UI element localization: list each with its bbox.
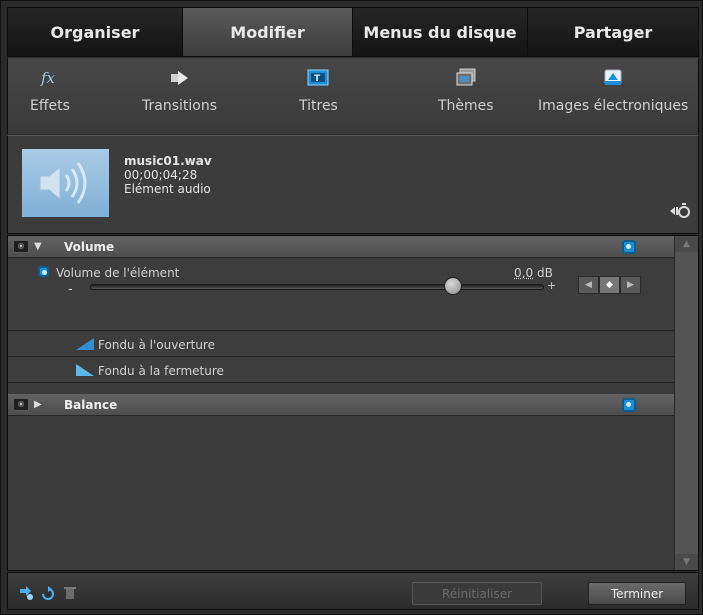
volume-slider-track[interactable] [90, 284, 544, 290]
slider-plus-label: + [547, 279, 557, 292]
vertical-scrollbar[interactable]: ▲ ▼ [674, 236, 698, 570]
edit-toolbar: fx Effets Transitions T Titres Thèmes Im… [7, 58, 699, 134]
fade-out-icon [76, 364, 94, 376]
slider-minus-label: - [68, 282, 73, 297]
eye-icon[interactable] [13, 240, 29, 253]
tab-partager[interactable]: Partager [528, 8, 698, 56]
tab-label: Organiser [50, 22, 140, 42]
fade-in-item[interactable]: Fondu à l'ouverture [8, 332, 674, 357]
group-title: Volume [64, 240, 115, 254]
volume-item-label: Volume de l'élément [56, 266, 180, 280]
fade-in-label: Fondu à l'ouverture [98, 338, 215, 352]
tool-label: Titres [299, 98, 338, 114]
scroll-up-icon[interactable]: ▲ [675, 236, 698, 252]
rotate-icon[interactable] [40, 585, 56, 601]
tool-titres[interactable]: T Titres [299, 68, 338, 114]
clip-type: Elément audio [124, 182, 211, 196]
group-title: Balance [64, 398, 118, 412]
themes-icon [455, 68, 477, 88]
reset-button[interactable]: Réinitialiser [412, 582, 542, 605]
fade-out-label: Fondu à la fermeture [98, 364, 224, 378]
add-keyframe-button[interactable]: ◆ [599, 276, 620, 294]
swap-clip-icon[interactable] [18, 585, 34, 601]
volume-value[interactable]: 0,0 [514, 266, 533, 280]
tab-organiser[interactable]: Organiser [8, 8, 183, 56]
clip-meta: music01.wav 00;00;04;28 Elément audio [124, 154, 212, 196]
audio-thumbnail [22, 149, 109, 217]
clip-info-panel: music01.wav 00;00;04;28 Elément audio [7, 135, 699, 234]
tool-label: Transitions [142, 98, 217, 114]
tool-label: Effets [30, 98, 70, 114]
adjust-panel: Organiser Modifier Menus du disque Parta… [0, 0, 703, 615]
volume-group-header[interactable]: ▼ Volume [8, 236, 674, 258]
keyframe-nav: ◀ ◆ ▶ [578, 276, 641, 294]
stopwatch-icon[interactable] [622, 398, 636, 412]
stopwatch-icon[interactable] [622, 240, 636, 254]
done-button[interactable]: Terminer [588, 582, 686, 605]
prev-keyframe-button[interactable]: ◀ [578, 276, 599, 294]
title-icon: T [307, 68, 329, 88]
tool-images-electroniques[interactable]: Images électroniques [538, 68, 688, 114]
speaker-icon [39, 162, 87, 204]
next-keyframe-button[interactable]: ▶ [620, 276, 641, 294]
svg-text:T: T [314, 74, 321, 84]
tool-effets[interactable]: fx Effets [30, 68, 70, 114]
triangle-down-icon[interactable]: ▼ [34, 241, 42, 252]
tab-label: Menus du disque [363, 22, 517, 42]
volume-unit: dB [537, 266, 553, 280]
volume-slider-knob[interactable] [444, 277, 463, 295]
transition-arrow-icon [169, 68, 191, 88]
trash-icon[interactable] [62, 585, 78, 601]
stopwatch-small-icon[interactable] [38, 266, 49, 277]
volume-item: Volume de l'élément 0,0 dB - + ◀ ◆ ▶ [8, 259, 674, 331]
tab-modifier[interactable]: Modifier [183, 8, 353, 56]
tool-label: Images électroniques [538, 98, 689, 114]
main-tabs: Organiser Modifier Menus du disque Parta… [7, 7, 699, 57]
svg-text:fx: fx [40, 69, 56, 87]
triangle-right-icon[interactable]: ▶ [34, 399, 42, 410]
clip-duration: 00;00;04;28 [124, 168, 198, 182]
properties-list: ▼ Volume Volume de l'élément 0,0 dB - + … [7, 235, 699, 571]
fade-out-item[interactable]: Fondu à la fermeture [8, 358, 674, 383]
disc-images-icon [602, 68, 624, 88]
fx-icon: fx [39, 68, 61, 88]
clip-filename: music01.wav [124, 154, 212, 168]
tab-menus-du-disque[interactable]: Menus du disque [353, 8, 528, 56]
keyframe-toggle-icon[interactable] [668, 202, 690, 220]
tab-label: Modifier [230, 22, 305, 42]
scroll-down-icon[interactable]: ▼ [675, 554, 698, 570]
fade-in-icon [76, 338, 94, 350]
tool-themes[interactable]: Thèmes [438, 68, 494, 114]
tool-transitions[interactable]: Transitions [142, 68, 217, 114]
eye-icon[interactable] [13, 398, 29, 411]
tool-label: Thèmes [438, 98, 494, 114]
tab-label: Partager [573, 22, 653, 42]
balance-group-header[interactable]: ▶ Balance [8, 394, 674, 416]
footer-bar: Réinitialiser Terminer [7, 572, 699, 610]
